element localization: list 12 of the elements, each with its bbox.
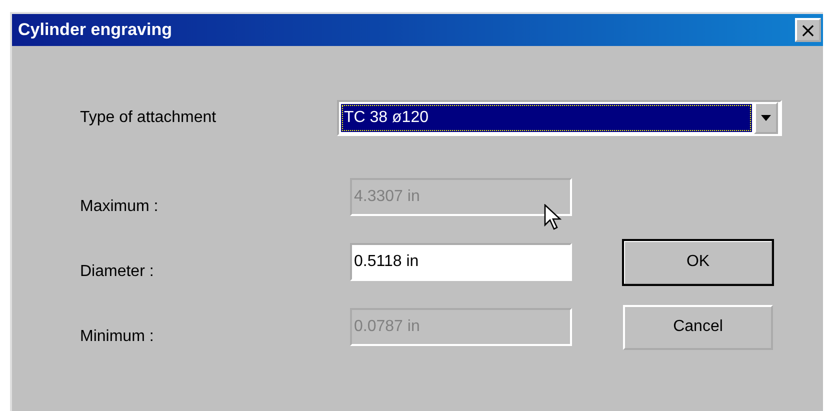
- field-label: Maximum :: [80, 198, 160, 216]
- cancel-button[interactable]: Cancel: [623, 304, 773, 350]
- field-label: Diameter :: [80, 263, 155, 281]
- dropdown-arrow-icon[interactable]: [754, 102, 778, 134]
- field-label: Minimum :: [80, 328, 155, 346]
- close-button[interactable]: ×: [795, 18, 821, 42]
- attachment-label: Type of attachment: [80, 109, 218, 127]
- attachment-dropdown[interactable]: TC 38 ø120: [337, 100, 782, 136]
- ok-button[interactable]: OK: [623, 240, 773, 284]
- window-title: Cylinder engraving: [18, 20, 172, 40]
- value-field[interactable]: 0.5118 in: [350, 243, 572, 281]
- mouse-pointer-icon: [544, 204, 564, 232]
